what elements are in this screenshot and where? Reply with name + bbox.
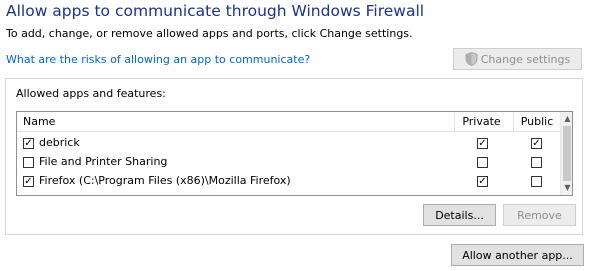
remove-button[interactable]: Remove [503,204,576,226]
app-name: debrick [39,136,80,149]
public-checkbox[interactable] [531,176,542,187]
list-item[interactable]: ✓ Firefox (C:\Program Files (x86)\Mozilla… [17,172,560,191]
page-title: Allow apps to communicate through Window… [6,2,425,20]
scrollbar-thumb[interactable] [563,126,571,181]
private-checkbox[interactable]: ✓ [477,138,488,149]
column-header-private[interactable]: Private [455,115,508,128]
chevron-up-icon[interactable]: ▲ [561,112,572,126]
enabled-checkbox[interactable] [23,157,34,168]
allowed-apps-label: Allowed apps and features: [16,87,166,100]
allowed-apps-group: Allowed apps and features: Name Private … [5,78,583,235]
change-settings-button[interactable]: Change settings [453,48,582,70]
app-name: File and Printer Sharing [39,155,168,168]
details-button[interactable]: Details... [423,204,496,226]
public-checkbox[interactable] [531,157,542,168]
risks-link[interactable]: What are the risks of allowing an app to… [6,53,310,66]
app-name: Firefox (C:\Program Files (x86)\Mozilla … [39,174,291,187]
list-item[interactable]: File and Printer Sharing [17,153,560,172]
private-checkbox[interactable] [477,157,488,168]
private-checkbox[interactable]: ✓ [477,176,488,187]
list-scrollbar[interactable]: ▲ ▼ [560,112,572,195]
list-header: Name Private Public [17,112,560,132]
page-subtitle: To add, change, or remove allowed apps a… [6,27,413,40]
public-checkbox[interactable]: ✓ [531,138,542,149]
chevron-down-icon[interactable]: ▼ [561,181,572,195]
enabled-checkbox[interactable]: ✓ [23,138,34,149]
allowed-apps-list[interactable]: Name Private Public ✓ debrick ✓ ✓ File and P… [16,111,573,196]
change-settings-label: Change settings [480,52,571,66]
enabled-checkbox[interactable]: ✓ [23,176,34,187]
uac-shield-icon [465,52,478,66]
column-header-name[interactable]: Name [23,115,55,128]
allow-another-app-button[interactable]: Allow another app... [451,244,584,266]
column-header-public[interactable]: Public [514,115,560,128]
list-item[interactable]: ✓ debrick ✓ ✓ [17,134,560,153]
